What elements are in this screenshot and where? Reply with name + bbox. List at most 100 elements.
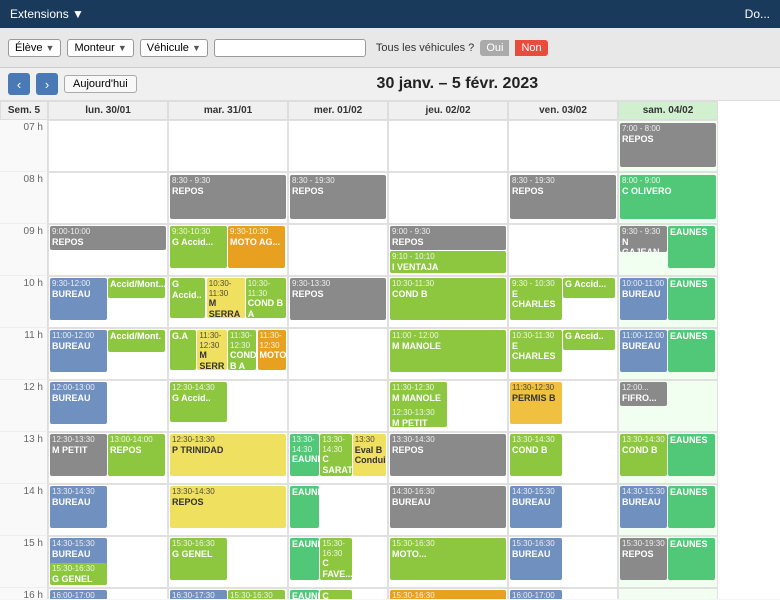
event-mar-16-bureau[interactable]: 16:30-17:30 BUREAU	[170, 590, 227, 599]
event-lun-11-accid[interactable]: Accid/Mont.	[108, 330, 165, 352]
lun-14[interactable]: 13:30-14:30 BUREAU	[48, 484, 168, 536]
sam-15[interactable]: 15:30-19:30 REPOS EAUNES	[618, 536, 718, 588]
event-mer-13-eaunes[interactable]: 13:30-14:30 EAUNES	[290, 434, 319, 476]
jeu-08[interactable]	[388, 172, 508, 224]
mar-16[interactable]: 16:30-17:30 BUREAU 15:30-16:30 G GENEL	[168, 588, 288, 599]
mar-11[interactable]: G.A 11:30-12:30 M SERR 11:30-12:30 COND …	[168, 328, 288, 380]
lun-16[interactable]: 16:00-17:00 BUREAU 16:30-17:30 G GENEL	[48, 588, 168, 599]
event-ven-10-charles[interactable]: 9:30 - 10:30 E CHARLES	[510, 278, 562, 320]
mer-12[interactable]	[288, 380, 388, 432]
event-ven-11-acc4[interactable]: G Accid..	[563, 330, 615, 350]
event-lun-13-repos[interactable]: 12:30-13:30 M PETIT	[50, 434, 107, 476]
event-mar-12-acc[interactable]: 12:30-14:30 G Accid..	[170, 382, 227, 422]
non-button[interactable]: Non	[515, 40, 547, 56]
mar-09[interactable]: 9:30-10:30 G Accid... 9:30-10:30 MOTO AG…	[168, 224, 288, 276]
event-mar-14-trinidad2[interactable]: 13:30-14:30 REPOS	[170, 486, 286, 528]
event-sam-14-eaunes5[interactable]: EAUNES	[668, 486, 715, 528]
mar-15[interactable]: 15:30-16:30 G GENEL	[168, 536, 288, 588]
sam-16[interactable]	[618, 588, 718, 599]
lun-07[interactable]	[48, 120, 168, 172]
event-lun-15-genel[interactable]: 15:30-16:30 G GENEL	[50, 563, 107, 585]
event-mar-13-trinidad[interactable]: 12:30-13:30 P TRINIDAD	[170, 434, 286, 476]
lun-13[interactable]: 12:30-13:30 M PETIT 13:00-14:00 REPOS	[48, 432, 168, 484]
event-jeu-09-repos[interactable]: 9:00 - 9:30 REPOS	[390, 226, 506, 250]
event-mer-14-eaunes[interactable]: EAUNES	[290, 486, 319, 528]
event-ven-08-repos[interactable]: 8:30 - 19:30 REPOS	[510, 175, 616, 219]
mer-15[interactable]: EAUNES 15:30-16:30 C FAVE...	[288, 536, 388, 588]
next-button[interactable]: ›	[36, 73, 58, 95]
event-lun-10-accid2[interactable]: Accid/Mont...	[108, 278, 165, 298]
mer-09[interactable]	[288, 224, 388, 276]
event-ven-14-bureau[interactable]: 14:30-15:30 BUREAU	[510, 486, 562, 528]
jeu-09[interactable]: 9:00 - 9:30 REPOS 9:10 - 10:10 I VENTAJA	[388, 224, 508, 276]
event-lun-14-bureau[interactable]: 13:30-14:30 BUREAU	[50, 486, 107, 528]
event-mer-08-repos[interactable]: 8:30 - 19:30 REPOS	[290, 175, 386, 219]
event-jeu-12-petit[interactable]: 12:30-13:30 M PETIT	[390, 407, 447, 427]
lun-12[interactable]: 12:00-13:00 BUREAU	[48, 380, 168, 432]
event-sam-13-cond[interactable]: 13:30-14:30 COND B	[620, 434, 667, 476]
lun-08[interactable]	[48, 172, 168, 224]
ven-08[interactable]: 8:30 - 19:30 REPOS	[508, 172, 618, 224]
event-mar-10-cond[interactable]: 10:30-11:30 COND B A	[246, 278, 286, 318]
event-sam-14-bureau[interactable]: 14:30-15:30 BUREAU	[620, 486, 667, 528]
event-mar-11-mserra2[interactable]: 11:30-12:30 M SERR	[197, 330, 227, 370]
jeu-14[interactable]: 14:30-16:30 BUREAU	[388, 484, 508, 536]
event-lun-10-bureau[interactable]: 9:30-12:00 BUREAU	[50, 278, 107, 320]
mer-14[interactable]: EAUNES	[288, 484, 388, 536]
mer-10[interactable]: 9:30-13:30 REPOS	[288, 276, 388, 328]
event-mer-13-eval[interactable]: 13:30 Eval B Condui...	[353, 434, 386, 476]
event-mer-15-eaunes[interactable]: EAUNES	[290, 538, 319, 580]
prev-button[interactable]: ‹	[8, 73, 30, 95]
event-sam-10-eaunes2[interactable]: EAUNES	[668, 278, 715, 320]
monteur-select[interactable]: Monteur ▼	[67, 39, 133, 57]
event-lun-09-repos[interactable]: 9:00-10:00 REPOS	[50, 226, 166, 250]
extensions-menu[interactable]: Extensions ▼	[10, 7, 84, 21]
sam-07[interactable]: 7:00 - 8:00 REPOS	[618, 120, 718, 172]
event-sam-10-bureau[interactable]: 10:00-11:00 BUREAU	[620, 278, 667, 320]
event-mer-10-repos[interactable]: 9:30-13:30 REPOS	[290, 278, 386, 320]
vehicule-select[interactable]: Véhicule ▼	[140, 39, 208, 57]
event-mar-11-acc[interactable]: G.A	[170, 330, 196, 370]
jeu-13[interactable]: 13:30-14:30 REPOS	[388, 432, 508, 484]
event-jeu-14-repos[interactable]: 14:30-16:30 BUREAU	[390, 486, 506, 528]
event-jeu-09-ventaja[interactable]: 9:10 - 10:10 I VENTAJA	[390, 251, 506, 273]
oui-button[interactable]: Oui	[480, 40, 509, 56]
event-mar-08-repos[interactable]: 8:30 - 9:30 REPOS	[170, 175, 286, 219]
event-jeu-16-moto2[interactable]: 15:30-16:30 MOTO...	[390, 590, 506, 599]
calendar-container[interactable]: Sem. 5 lun. 30/01 mar. 31/01 mer. 01/02 …	[0, 101, 780, 599]
jeu-07[interactable]	[388, 120, 508, 172]
event-lun-13-repos2[interactable]: 13:00-14:00 REPOS	[108, 434, 165, 476]
event-sam-08-olivero[interactable]: 8:00 - 9:00 C OLIVERO	[620, 175, 716, 219]
mar-13[interactable]: 12:30-13:30 P TRINIDAD	[168, 432, 288, 484]
event-sam-11-eaunes3[interactable]: EAUNES	[668, 330, 715, 372]
event-sam-13-eaunes4[interactable]: EAUNES	[668, 434, 715, 476]
event-ven-15-bureau[interactable]: 15:30-16:30 BUREAU	[510, 538, 562, 580]
event-mar-09-accid[interactable]: 9:30-10:30 G Accid...	[170, 226, 227, 268]
event-sam-09-eaunes[interactable]: EAUNES	[668, 226, 715, 268]
sam-11[interactable]: 11:00-12:00 BUREAU EAUNES	[618, 328, 718, 380]
sam-13[interactable]: 13:30-14:30 COND B EAUNES	[618, 432, 718, 484]
jeu-16[interactable]: 15:30-16:30 MOTO...	[388, 588, 508, 599]
event-lun-11-bureau[interactable]: 11:00-12:00 BUREAU	[50, 330, 107, 372]
jeu-15[interactable]: 15:30-16:30 MOTO...	[388, 536, 508, 588]
event-sam-15-eaunes6[interactable]: EAUNES	[668, 538, 715, 580]
mar-14[interactable]: 13:30-14:30 REPOS	[168, 484, 288, 536]
event-mar-15-genel[interactable]: 15:30-16:30 G GENEL	[170, 538, 227, 580]
event-sam-12-repos[interactable]: 12:00... FIFRO...	[620, 382, 667, 406]
event-jeu-15-moto[interactable]: 15:30-16:30 MOTO...	[390, 538, 506, 580]
lun-15[interactable]: 14:30-15:30 BUREAU 15:30-16:30 G GENEL	[48, 536, 168, 588]
mer-11[interactable]	[288, 328, 388, 380]
event-ven-11-charles2[interactable]: 10:30-11:30 E CHARLES	[510, 330, 562, 372]
event-ven-12-permis[interactable]: 11:30-12:30 PERMIS B	[510, 382, 562, 424]
lun-09[interactable]: 9:00-10:00 REPOS	[48, 224, 168, 276]
ven-07[interactable]	[508, 120, 618, 172]
event-jeu-11-manole[interactable]: 11:00 - 12:00 M MANOLE	[390, 330, 506, 372]
date-input[interactable]	[214, 39, 366, 57]
event-mar-10-accid[interactable]: G Accid..	[170, 278, 205, 318]
event-mer-13-cond[interactable]: 13:30-14:30 C SARAT	[320, 434, 351, 476]
event-sam-09-repos2[interactable]: 9:30 - 9:30 N GAJEAN	[620, 226, 667, 252]
sam-14[interactable]: 14:30-15:30 BUREAU EAUNES	[618, 484, 718, 536]
event-mar-11-cond2[interactable]: 11:30-12:30 COND B A	[228, 330, 256, 370]
jeu-11[interactable]: 11:00 - 12:00 M MANOLE	[388, 328, 508, 380]
ven-16[interactable]: 16:00-17:00 BUREAU	[508, 588, 618, 599]
